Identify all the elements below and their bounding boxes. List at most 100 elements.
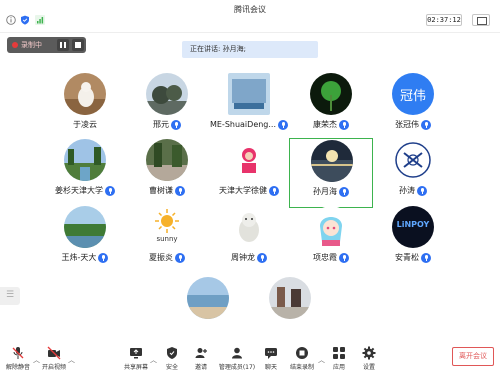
mic-icon [339,186,349,197]
avatar [146,139,188,181]
recording-bar: 录制中 [7,37,86,53]
start-video-button[interactable]: 开启视频 [42,346,66,374]
participant-name: 张冠伟 [395,120,419,129]
mic-icon [269,185,279,196]
invite-button[interactable]: 邀请 [193,346,209,374]
mic-icon [171,119,181,130]
participant-name: 天津大学徐健 [219,186,267,195]
recording-label: 录制中 [21,41,42,49]
participant-name: 项忠霞 [313,253,337,262]
participant-name: 康荣杰 [313,120,337,129]
participant-tile[interactable]: 邢元 [125,73,209,141]
share-screen-button[interactable]: 共享屏幕 [124,346,148,374]
avatar [64,73,106,115]
video-options-chevron-icon[interactable]: ︿ [68,355,75,365]
avatar [228,206,270,248]
stop-recording-button[interactable] [72,39,84,51]
signal-icon[interactable] [35,15,45,25]
end-recording-button[interactable]: 结束录制 [290,346,314,374]
participant-tile-active[interactable]: 孙月海 [289,138,373,208]
avatar [64,139,106,181]
leave-meeting-button[interactable]: 离开会议 [452,347,494,366]
avatar [310,73,352,115]
avatar [269,277,311,319]
title-bar: 腾讯会议 02:37:12 [0,0,500,33]
avatar-caption: sunny [156,235,178,243]
recording-dot-icon [12,42,18,48]
participant-name: 孙涛 [399,186,415,195]
gear-icon [362,346,376,360]
participant-tile[interactable]: ME-ShuaiDeng... [207,73,291,141]
avatar [64,206,106,248]
avatar-logo-text: LiNPOY [396,220,430,229]
security-shield-icon [167,347,177,359]
participant-name: 曹树谦 [149,186,173,195]
mic-icon [105,185,115,196]
participant-name: 姜杉天津大学 [55,186,103,195]
avatar [228,73,270,115]
side-panel-toggle[interactable] [0,287,20,305]
security-button[interactable]: 安全 [164,346,180,374]
mic-icon [421,252,431,263]
participant-tile[interactable]: 周钟龙 [207,206,291,274]
participant-name: 王炜-天大 [61,253,97,262]
settings-button[interactable]: 设置 [361,346,377,374]
avatar-initials: 冠伟 [399,89,426,104]
participant-tile[interactable] [166,277,250,319]
mic-icon [339,252,349,263]
info-icon[interactable] [6,15,16,25]
participant-name: 邢元 [153,120,169,129]
speaking-banner: 正在讲话: 孙月海; [182,41,318,58]
manage-members-button[interactable]: 管理成员(17) [219,346,255,374]
avatar [310,206,352,248]
apps-button[interactable]: 应用 [331,346,347,374]
mic-muted-icon [12,347,24,359]
participant-name: 周钟龙 [231,253,255,262]
end-recording-label: 结束录制 [289,364,314,371]
mic-icon [175,252,185,263]
participant-tile[interactable]: 项忠霞 [289,206,373,274]
mic-icon [421,119,431,130]
invite-label: 邀请 [194,364,207,371]
settings-label: 设置 [362,364,375,371]
avatar [392,139,434,181]
participant-name: 于凌云 [73,120,97,129]
participant-tile[interactable] [248,277,332,319]
participant-tile[interactable]: 于凌云 [43,73,127,141]
avatar: LiNPOY [392,206,434,248]
participant-tile[interactable]: 姜杉天津大学 [43,139,127,207]
mic-icon [339,119,349,130]
participant-name: 孙月海 [313,187,337,196]
participant-name: 安青松 [395,253,419,262]
mic-icon [417,185,427,196]
participant-tile[interactable]: LiNPOY 安青松 [371,206,455,274]
participant-tile[interactable]: 孙涛 [371,139,455,207]
avatar: sunny [146,206,188,248]
participant-tile[interactable]: 曹树谦 [125,139,209,207]
participant-tile[interactable]: 天津大学徐健 [207,139,291,207]
mic-icon [175,185,185,196]
meeting-timer: 02:37:12 [426,14,462,26]
record-stop-icon [296,347,308,359]
camera-off-icon [47,346,61,360]
participant-name: 夏振炎 [149,253,173,262]
shield-icon[interactable] [20,15,30,25]
participant-tile[interactable]: 康荣杰 [289,73,373,141]
window-title: 腾讯会议 [234,5,266,14]
pause-recording-button[interactable] [57,39,69,51]
participant-tile[interactable]: 王炜-天大 [43,206,127,274]
chat-icon [265,348,277,359]
window-mode-button[interactable] [472,14,490,26]
manage-members-label: 管理成员(17) [218,364,256,371]
participant-name: ME-ShuaiDeng... [209,120,277,129]
participant-tile[interactable]: sunny 夏振炎 [125,206,209,274]
mic-icon [278,119,289,130]
avatar [228,139,270,181]
members-icon [232,347,242,359]
chat-button[interactable]: 聊天 [263,346,279,374]
mic-icon [98,252,109,263]
unmute-button[interactable]: 解除静音 [6,346,30,374]
participant-tile[interactable]: 冠伟 张冠伟 [371,73,455,141]
mic-icon [257,252,267,263]
avatar: 冠伟 [392,73,434,115]
